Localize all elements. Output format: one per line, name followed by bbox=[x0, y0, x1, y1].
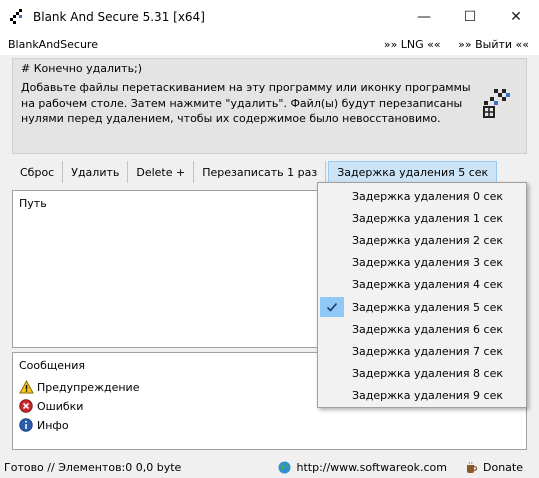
reset-button[interactable]: Сброс bbox=[12, 161, 64, 183]
donate-link[interactable]: Donate bbox=[465, 461, 523, 474]
message-info-label: Инфо bbox=[37, 418, 69, 432]
status-bar: Готово // Элементов:0 0,0 byte http://ww… bbox=[0, 456, 539, 478]
delay-option-label: Задержка удаления 2 сек bbox=[352, 233, 504, 247]
delay-option-4[interactable]: Задержка удаления 4 сек bbox=[318, 274, 526, 296]
toolbar: Сброс Удалить Delete + Перезаписать 1 ра… bbox=[12, 161, 498, 183]
website-link-label: http://www.softwareok.com bbox=[296, 460, 447, 474]
menu-right: »» LNG «« »» Выйти «« bbox=[370, 38, 529, 51]
maximize-button[interactable]: ☐ bbox=[447, 0, 493, 33]
delay-option-8[interactable]: Задержка удаления 8 сек bbox=[318, 363, 526, 385]
shredder-icon bbox=[483, 89, 510, 118]
menu-language[interactable]: »» LNG «« bbox=[384, 38, 441, 51]
title-bar[interactable]: Blank And Secure 5.31 [x64] — ☐ ✕ bbox=[0, 0, 539, 33]
error-icon bbox=[19, 399, 33, 413]
delay-option-label: Задержка удаления 0 сек bbox=[352, 189, 504, 203]
delay-option-label: Задержка удаления 1 сек bbox=[352, 211, 504, 225]
warning-icon bbox=[19, 380, 34, 394]
window-title: Blank And Secure 5.31 [x64] bbox=[33, 9, 205, 24]
delay-option-label: Задержка удаления 5 сек bbox=[352, 300, 504, 314]
delay-option-1[interactable]: Задержка удаления 1 сек bbox=[318, 207, 526, 229]
menu-bar: BlankAndSecure »» LNG «« »» Выйти «« bbox=[0, 33, 539, 55]
close-button[interactable]: ✕ bbox=[493, 0, 539, 33]
status-text: Готово // Элементов:0 0,0 byte bbox=[4, 460, 182, 474]
message-errors-label: Ошибки bbox=[37, 399, 84, 413]
coffee-cup-icon bbox=[467, 461, 478, 473]
delay-option-6[interactable]: Задержка удаления 6 сек bbox=[318, 318, 526, 340]
delay-option-label: Задержка удаления 9 сек bbox=[352, 389, 504, 403]
delete-plus-button[interactable]: Delete + bbox=[128, 161, 195, 183]
delay-option-5[interactable]: Задержка удаления 5 сек bbox=[318, 296, 526, 318]
delay-option-label: Задержка удаления 6 сек bbox=[352, 322, 504, 336]
message-errors[interactable]: Ошибки bbox=[19, 399, 83, 413]
delay-option-2[interactable]: Задержка удаления 2 сек bbox=[318, 229, 526, 251]
column-header-path[interactable]: Путь bbox=[19, 197, 47, 210]
delay-option-0[interactable]: Задержка удаления 0 сек bbox=[318, 185, 526, 207]
delay-option-3[interactable]: Задержка удаления 3 сек bbox=[318, 252, 526, 274]
donate-label: Donate bbox=[483, 460, 523, 474]
message-info[interactable]: Инфо bbox=[19, 418, 69, 432]
info-icon bbox=[19, 418, 33, 432]
messages-title: Сообщения bbox=[19, 359, 86, 372]
app-icon bbox=[10, 8, 22, 24]
globe-icon bbox=[278, 461, 291, 473]
delay-option-9[interactable]: Задержка удаления 9 сек bbox=[318, 385, 526, 407]
website-link[interactable]: http://www.softwareok.com bbox=[278, 461, 447, 474]
menu-exit[interactable]: »» Выйти «« bbox=[458, 38, 529, 51]
info-title: # Конечно удалить;) bbox=[21, 62, 143, 75]
delay-option-label: Задержка удаления 3 сек bbox=[352, 256, 504, 270]
delay-option-label: Задержка удаления 4 сек bbox=[352, 278, 504, 292]
info-panel: # Конечно удалить;) Добавьте файлы перет… bbox=[12, 58, 527, 154]
info-text: Добавьте файлы перетаскиванием на эту пр… bbox=[21, 81, 471, 125]
delay-option-7[interactable]: Задержка удаления 7 сек bbox=[318, 340, 526, 362]
message-warning[interactable]: Предупреждение bbox=[19, 380, 139, 394]
checkmark-icon bbox=[326, 302, 338, 312]
delay-option-label: Задержка удаления 7 сек bbox=[352, 344, 504, 358]
message-warning-label: Предупреждение bbox=[37, 380, 140, 394]
delay-dropdown-menu: Задержка удаления 0 сек Задержка удалени… bbox=[317, 182, 527, 408]
overwrite-button[interactable]: Перезаписать 1 раз bbox=[194, 161, 327, 183]
minimize-button[interactable]: — bbox=[401, 0, 447, 33]
menu-app-label[interactable]: BlankAndSecure bbox=[8, 38, 370, 51]
delay-button[interactable]: Задержка удаления 5 сек bbox=[328, 161, 498, 183]
delete-button[interactable]: Удалить bbox=[63, 161, 129, 183]
delay-option-label: Задержка удаления 8 сек bbox=[352, 367, 504, 381]
